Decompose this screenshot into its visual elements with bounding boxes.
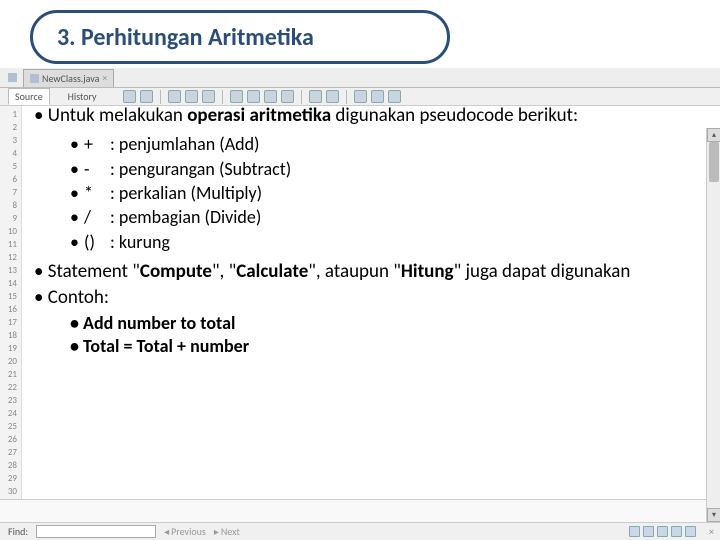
toolbar-icon[interactable] xyxy=(202,90,215,103)
line-number: 15 xyxy=(0,290,21,303)
line-number: 11 xyxy=(0,238,21,251)
line-number: 7 xyxy=(0,186,21,199)
line-number: 4 xyxy=(0,147,21,160)
find-bar: Find: ◂ Previous ▸ Next × xyxy=(0,522,720,540)
line-number: 26 xyxy=(0,433,21,446)
statement-line: Statement "Compute", "Calculate", ataupu… xyxy=(30,260,700,284)
contoh-label: Contoh: xyxy=(30,286,700,310)
list-item: •-: pengurangan (Subtract) xyxy=(70,157,700,181)
toolbar-icon[interactable] xyxy=(168,90,181,103)
line-number: 17 xyxy=(0,316,21,329)
line-number: 27 xyxy=(0,446,21,459)
toolbar-icon[interactable] xyxy=(309,90,322,103)
toolbar-icon[interactable] xyxy=(281,90,294,103)
line-number: 25 xyxy=(0,420,21,433)
line-number: 19 xyxy=(0,342,21,355)
line-number: 3 xyxy=(0,134,21,147)
regex-icon[interactable] xyxy=(657,526,668,537)
line-number: 14 xyxy=(0,277,21,290)
separator xyxy=(301,90,302,104)
find-input[interactable] xyxy=(36,525,156,538)
separator xyxy=(160,90,161,104)
close-icon[interactable]: × xyxy=(709,525,714,538)
toolbar-icon[interactable] xyxy=(123,90,136,103)
match-case-icon[interactable] xyxy=(629,526,640,537)
operator-list: •+: penjumlahan (Add) •-: pengurangan (S… xyxy=(30,132,700,253)
nav-back-icon[interactable] xyxy=(8,73,17,82)
line-number: 18 xyxy=(0,329,21,342)
line-number: 30 xyxy=(0,485,21,498)
list-item: •+: penjumlahan (Add) xyxy=(70,132,700,156)
line-number: 9 xyxy=(0,212,21,225)
line-number: 16 xyxy=(0,303,21,316)
line-number: 20 xyxy=(0,355,21,368)
toolbar-icon[interactable] xyxy=(354,90,367,103)
example-item: Total = Total + number xyxy=(70,335,700,358)
editor-tab[interactable]: NewClass.java × xyxy=(23,69,114,87)
line-number: 6 xyxy=(0,173,21,186)
tab-source[interactable]: Source xyxy=(8,88,50,105)
toolbar-icon[interactable] xyxy=(247,90,260,103)
line-number: 1 xyxy=(0,108,21,121)
separator xyxy=(222,90,223,104)
find-previous-button[interactable]: ◂ Previous xyxy=(164,525,206,538)
find-label: Find: xyxy=(8,525,28,538)
toolbar-icon[interactable] xyxy=(140,90,153,103)
scroll-down-icon[interactable]: ▾ xyxy=(707,508,720,522)
examples: Add number to total Total = Total + numb… xyxy=(30,312,700,358)
example-item: Add number to total xyxy=(70,312,700,335)
toolbar-icon[interactable] xyxy=(371,90,384,103)
line-number: 28 xyxy=(0,459,21,472)
intro-line: Untuk melakukan operasi aritmetika digun… xyxy=(30,104,700,128)
close-icon[interactable]: × xyxy=(102,73,106,84)
toolbar-icon[interactable] xyxy=(185,90,198,103)
line-number: 21 xyxy=(0,368,21,381)
list-item: •(): kurung xyxy=(70,230,700,254)
slide-title: 3. Perhitungan Aritmetika xyxy=(57,23,314,52)
tab-label: NewClass.java xyxy=(42,72,99,85)
line-number: 23 xyxy=(0,394,21,407)
wrap-icon[interactable] xyxy=(685,526,696,537)
list-item: •/: pembagian (Divide) xyxy=(70,205,700,229)
slide-content: Untuk melakukan operasi aritmetika digun… xyxy=(30,104,700,358)
vertical-scrollbar[interactable]: ▴ ▾ xyxy=(706,128,720,522)
line-gutter: 1 2 3 4 5 6 7 8 9 10 11 12 13 14 15 16 1… xyxy=(0,106,22,499)
toolbar-icon[interactable] xyxy=(264,90,277,103)
java-file-icon xyxy=(30,74,39,83)
line-number: 5 xyxy=(0,160,21,173)
line-number: 10 xyxy=(0,225,21,238)
toolbar-icon[interactable] xyxy=(326,90,339,103)
toolbar-icon[interactable] xyxy=(388,90,401,103)
title-banner: 3. Perhitungan Aritmetika xyxy=(30,10,450,64)
whole-word-icon[interactable] xyxy=(643,526,654,537)
line-number: 24 xyxy=(0,407,21,420)
line-number: 29 xyxy=(0,472,21,485)
line-number: 12 xyxy=(0,251,21,264)
scroll-up-icon[interactable]: ▴ xyxy=(707,128,720,142)
highlight-icon[interactable] xyxy=(671,526,682,537)
editor-tab-bar: NewClass.java × xyxy=(0,68,720,88)
line-number: 8 xyxy=(0,199,21,212)
find-next-button[interactable]: ▸ Next xyxy=(214,525,240,538)
separator xyxy=(346,90,347,104)
line-number: 2 xyxy=(0,121,21,134)
line-number: 13 xyxy=(0,264,21,277)
find-options xyxy=(629,526,696,537)
tab-history[interactable]: History xyxy=(62,89,103,104)
list-item: •*: perkalian (Multiply) xyxy=(70,181,700,205)
toolbar-icon[interactable] xyxy=(230,90,243,103)
scroll-thumb[interactable] xyxy=(709,142,719,182)
line-number: 22 xyxy=(0,381,21,394)
